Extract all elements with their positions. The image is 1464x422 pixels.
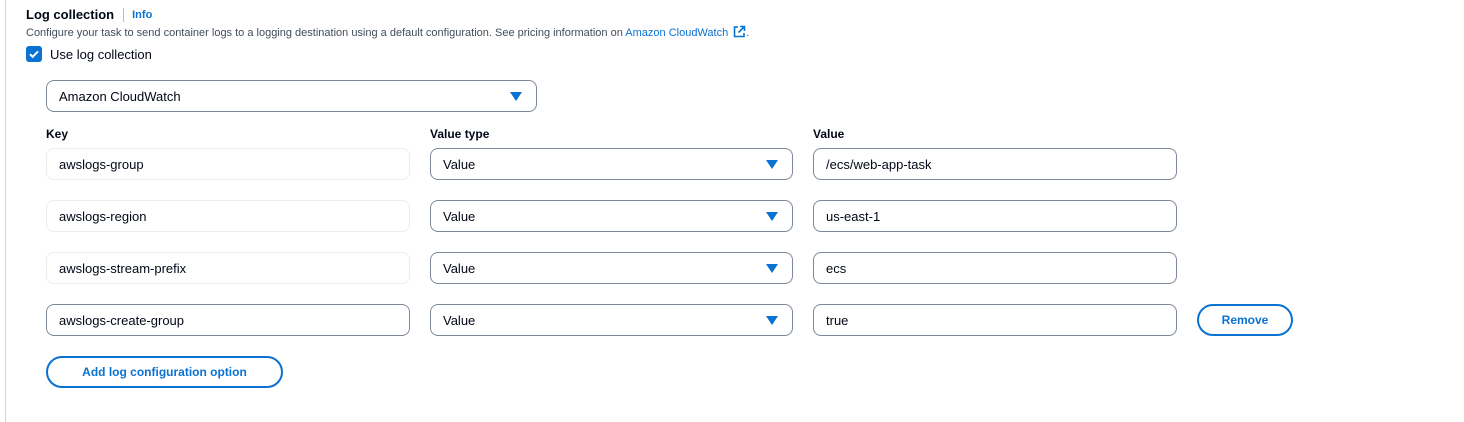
remove-button[interactable]: Remove [1197,304,1293,336]
value-input[interactable]: us-east-1 [813,200,1177,232]
section-description: Configure your task to send container lo… [26,25,749,42]
caret-down-icon [766,212,778,221]
key-input[interactable]: awslogs-group [46,148,410,180]
key-input[interactable]: awslogs-region [46,200,410,232]
use-log-collection-label: Use log collection [50,46,152,62]
value-input[interactable]: ecs [813,252,1177,284]
key-value: awslogs-create-group [59,312,185,328]
value-column-header: Value [813,127,845,141]
value-type-value: Value [443,312,476,328]
caret-down-icon [766,264,778,273]
value-type-value: Value [443,260,476,276]
add-log-configuration-option-button[interactable]: Add log configuration option [46,356,283,388]
key-column-header: Key [46,127,69,141]
info-link[interactable]: Info [132,9,152,21]
key-value: awslogs-region [59,208,147,224]
value-type-value: Value [443,156,476,172]
caret-down-icon [510,92,522,101]
log-destination-select[interactable]: Amazon CloudWatch [46,80,537,112]
value-input[interactable]: true [813,304,1177,336]
key-value: awslogs-group [59,156,144,172]
cloudwatch-pricing-link[interactable]: Amazon CloudWatch [625,25,746,42]
use-log-collection-checkbox[interactable] [26,46,42,62]
value-type-column-header: Value type [430,127,490,141]
description-text: Configure your task to send container lo… [26,27,626,39]
value-text: ecs [826,260,847,276]
key-input[interactable]: awslogs-create-group [46,304,410,336]
value-type-select[interactable]: Value [430,304,793,336]
value-type-select[interactable]: Value [430,252,793,284]
value-type-select[interactable]: Value [430,148,793,180]
caret-down-icon [766,160,778,169]
log-destination-value: Amazon CloudWatch [59,88,181,104]
value-text: true [826,312,849,328]
value-input[interactable]: /ecs/web-app-task [813,148,1177,180]
value-text: /ecs/web-app-task [826,156,932,172]
section-title: Log collection [26,7,115,22]
value-type-value: Value [443,208,476,224]
external-link-icon [732,25,746,42]
checkmark-icon [29,50,39,59]
value-type-select[interactable]: Value [430,200,793,232]
key-value: awslogs-stream-prefix [59,260,187,276]
title-divider [123,7,125,22]
section-header: Log collection Info [26,7,152,22]
log-collection-panel: Log collection Info Configure your task … [0,0,1464,422]
description-suffix: . [746,27,750,39]
container-left-border [5,0,6,422]
value-text: us-east-1 [826,208,881,224]
use-log-collection-row: Use log collection [26,46,152,62]
cloudwatch-link-label: Amazon CloudWatch [625,27,729,39]
key-input[interactable]: awslogs-stream-prefix [46,252,410,284]
caret-down-icon [766,316,778,325]
